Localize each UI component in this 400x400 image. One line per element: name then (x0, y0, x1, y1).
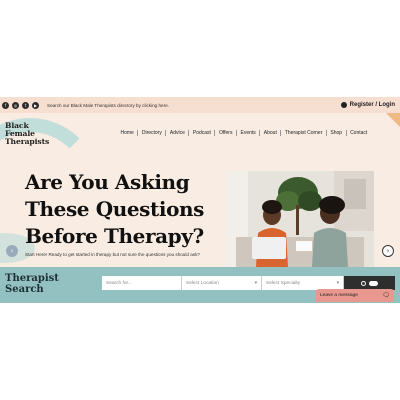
search-heading: Therapist Search (5, 273, 59, 295)
user-icon (340, 102, 347, 108)
nav-contact[interactable]: Contact (347, 130, 371, 136)
hero-headline: Are You Asking These Questions Before Th… (25, 169, 204, 250)
search-heading-line: Search (5, 284, 44, 295)
search-icon (361, 280, 366, 286)
chevron-right-icon: › (386, 247, 390, 255)
chat-widget[interactable]: Leave a message 🗨 (316, 289, 394, 302)
nav-advice[interactable]: Advice (166, 130, 190, 136)
headline-line: Before Therapy? (25, 224, 204, 248)
youtube-icon[interactable]: ▶ (32, 101, 39, 109)
nav-events[interactable]: Events (237, 130, 261, 136)
hero-subtext: Start Here! Ready to get started in ther… (25, 252, 200, 257)
hero-photo (226, 171, 374, 267)
filter-toggle-icon (369, 280, 378, 286)
location-select[interactable]: Select Location ▾ (182, 276, 262, 290)
register-login-label: Register / Login (349, 102, 395, 108)
location-select-label: Select Location (186, 280, 219, 286)
specialty-select[interactable]: Select Specialty ▾ (262, 276, 344, 290)
nav-about[interactable]: About (260, 130, 282, 136)
search-heading-line: Therapist (5, 273, 59, 284)
site-logo[interactable]: Black Female Therapists (5, 122, 49, 146)
search-form: Search for... Select Location ▾ Select S… (102, 276, 395, 290)
chevron-down-icon: ▾ (336, 280, 339, 286)
announcement-link[interactable]: Search our Black Male Therapists directo… (47, 103, 169, 108)
register-login-link[interactable]: Register / Login (340, 97, 395, 113)
nav-podcast[interactable]: Podcast (189, 130, 216, 136)
search-input[interactable]: Search for... (102, 276, 182, 290)
carousel-next-button[interactable]: › (382, 245, 394, 257)
logo-line: Therapists (5, 137, 50, 146)
social-links: f ◎ t ▶ (2, 101, 39, 109)
decorative-corner (386, 113, 400, 127)
nav-offers[interactable]: Offers (215, 130, 237, 136)
announcement-bar: f ◎ t ▶ Search our Black Male Therapists… (0, 97, 400, 113)
search-placeholder: Search for... (106, 280, 132, 286)
nav-shop[interactable]: Shop (327, 130, 347, 136)
headline-line: These Questions (25, 197, 205, 221)
main-nav: Home Directory Advice Podcast Offers Eve… (117, 130, 371, 136)
chat-label: Leave a message (320, 293, 358, 298)
chevron-left-icon: ‹ (10, 247, 14, 255)
nav-home[interactable]: Home (117, 130, 139, 136)
specialty-select-label: Select Specialty (266, 280, 301, 286)
chevron-down-icon: ▾ (254, 280, 257, 286)
carousel-prev-button[interactable]: ‹ (6, 245, 18, 257)
nav-therapist-corner[interactable]: Therapist Corner (281, 130, 327, 136)
twitter-icon[interactable]: t (22, 101, 29, 109)
chat-bubble-icon: 🗨 (382, 293, 390, 299)
hero-section: Black Female Therapists Home Directory A… (0, 113, 400, 267)
page: f ◎ t ▶ Search our Black Male Therapists… (0, 0, 400, 400)
facebook-icon[interactable]: f (2, 101, 9, 109)
therapy-session-illustration (226, 171, 374, 267)
instagram-icon[interactable]: ◎ (12, 101, 19, 109)
nav-directory[interactable]: Directory (138, 130, 167, 136)
headline-line: Are You Asking (25, 170, 190, 194)
search-button[interactable] (344, 276, 395, 290)
